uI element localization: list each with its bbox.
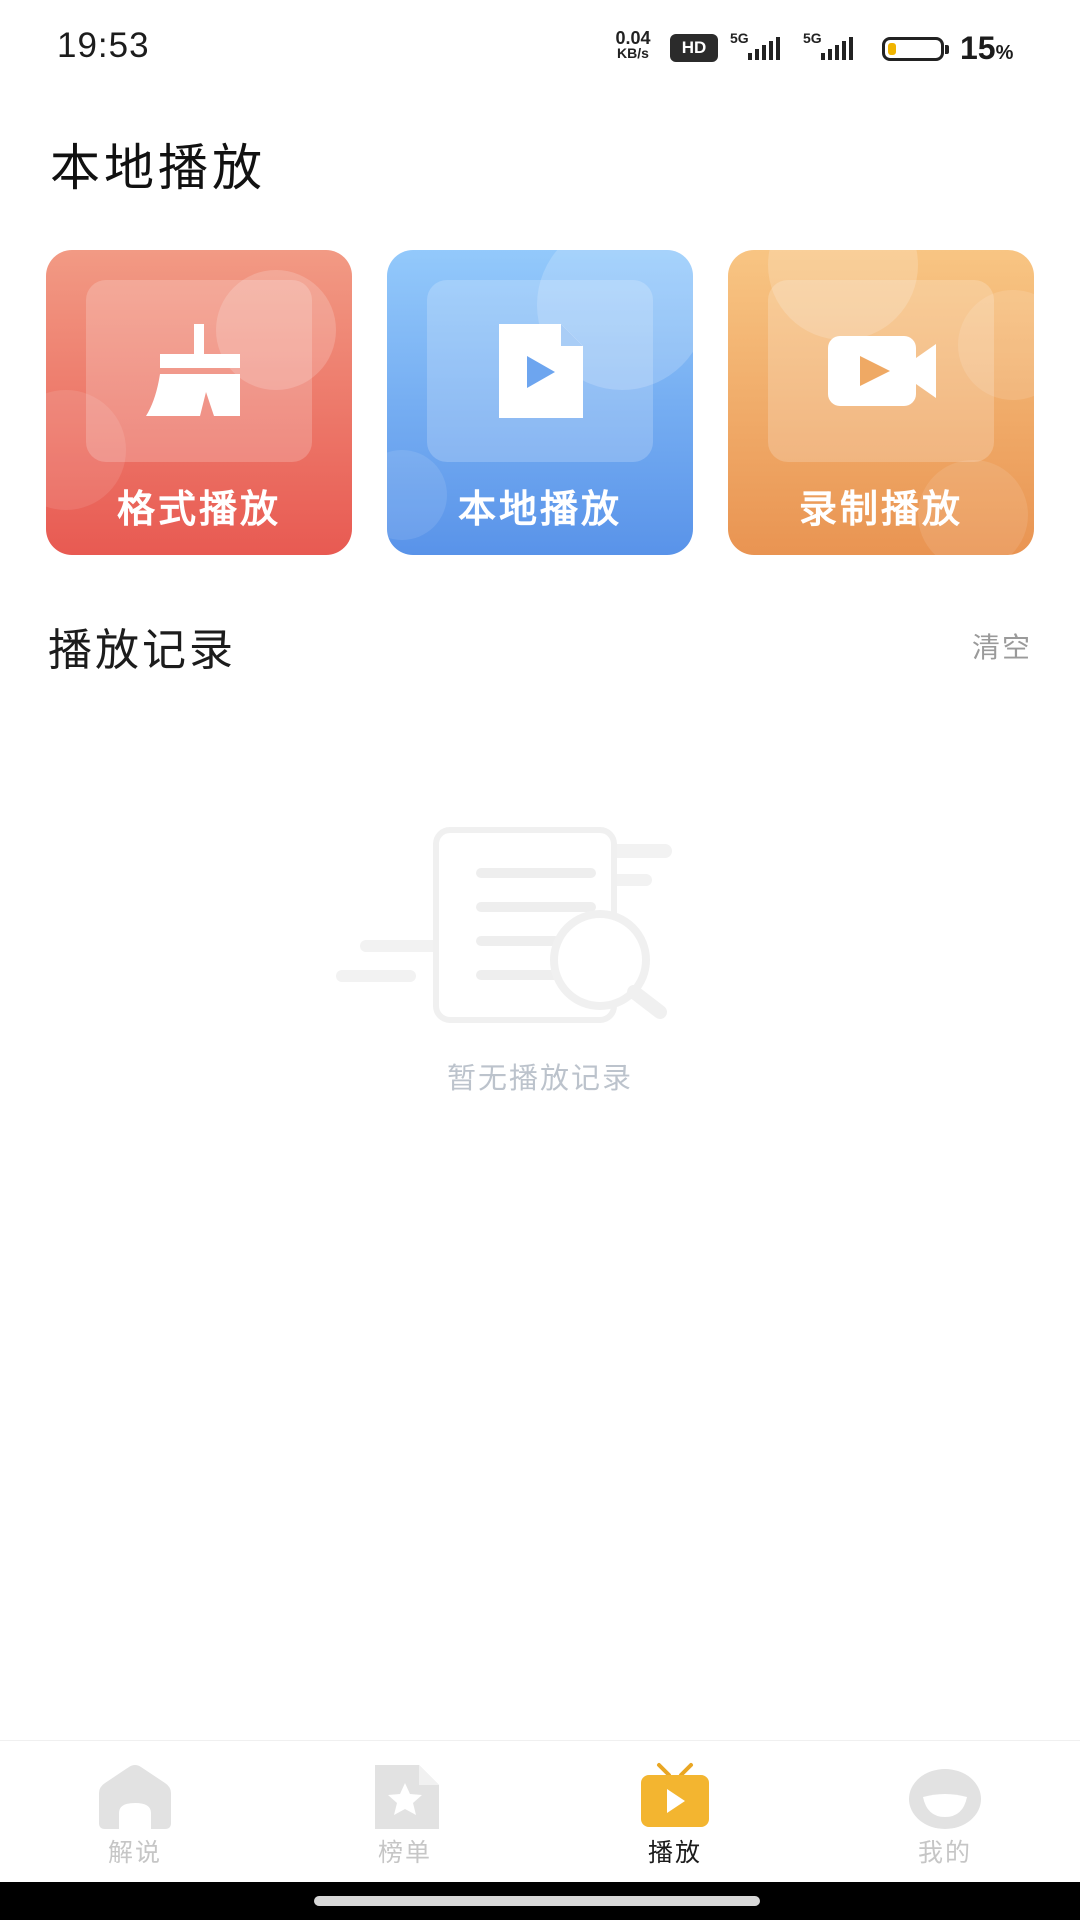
tab-play[interactable]: 播放: [540, 1741, 810, 1881]
record-play-icon-panel: [768, 280, 994, 462]
star-document-icon: [375, 1765, 439, 1829]
play-history-title: 播放记录: [48, 625, 236, 676]
signal-2-label: 5G: [803, 30, 822, 46]
format-play-label: 格式播放: [116, 487, 281, 531]
battery-icon: [882, 37, 949, 61]
tab-mine-label: 我的: [917, 1838, 972, 1867]
hd-badge: HD: [670, 34, 718, 62]
tab-rankings-label: 榜单: [377, 1838, 432, 1867]
record-play-card[interactable]: 录制播放: [728, 250, 1034, 555]
empty-document-search-icon: [336, 827, 672, 1023]
status-time: 19:53: [57, 26, 150, 65]
network-speed: 0.04 KB/s: [605, 28, 661, 61]
tab-commentary[interactable]: 解说: [0, 1741, 270, 1881]
battery-percent: 15%: [960, 30, 1014, 66]
video-file-icon: [499, 324, 583, 418]
battery-level: [888, 43, 896, 55]
tab-rankings[interactable]: 榜单: [270, 1741, 540, 1881]
network-speed-unit: KB/s: [617, 45, 649, 61]
local-play-label: 本地播放: [457, 487, 622, 531]
tab-play-label: 播放: [647, 1838, 702, 1867]
system-nav-bar: [0, 1882, 1080, 1920]
home-icon: [99, 1765, 171, 1829]
signal-2-icon: 5G: [803, 30, 869, 64]
signal-1-icon: 5G: [730, 30, 796, 64]
tab-mine[interactable]: 我的: [810, 1741, 1080, 1881]
signal-1-label: 5G: [730, 30, 749, 46]
page-title: 本地播放: [50, 139, 266, 197]
format-play-card[interactable]: 格式播放: [46, 250, 352, 555]
home-gesture-handle[interactable]: [314, 1896, 760, 1906]
empty-history-text: 暂无播放记录: [446, 1061, 633, 1095]
tab-commentary-label: 解说: [107, 1838, 162, 1867]
screen: 19:53 0.04 KB/s HD 5G 5G 15% 本地播放 格式播放 本…: [0, 0, 1080, 1920]
local-play-card[interactable]: 本地播放: [387, 250, 693, 555]
network-speed-value: 0.04: [615, 28, 651, 48]
status-bar: 19:53 0.04 KB/s HD 5G 5G 15%: [0, 0, 1080, 96]
format-play-icon-panel: [86, 280, 312, 462]
video-camera-icon: [828, 336, 936, 406]
clear-history-button[interactable]: 清空: [972, 626, 1032, 666]
local-play-icon-panel: [427, 280, 653, 462]
record-play-label: 录制播放: [798, 487, 963, 531]
tv-play-icon: [641, 1763, 709, 1827]
broom-icon: [146, 324, 240, 416]
profile-face-icon: [909, 1769, 981, 1829]
bottom-tab-bar: 解说 榜单 播放 我的: [0, 1740, 1080, 1881]
